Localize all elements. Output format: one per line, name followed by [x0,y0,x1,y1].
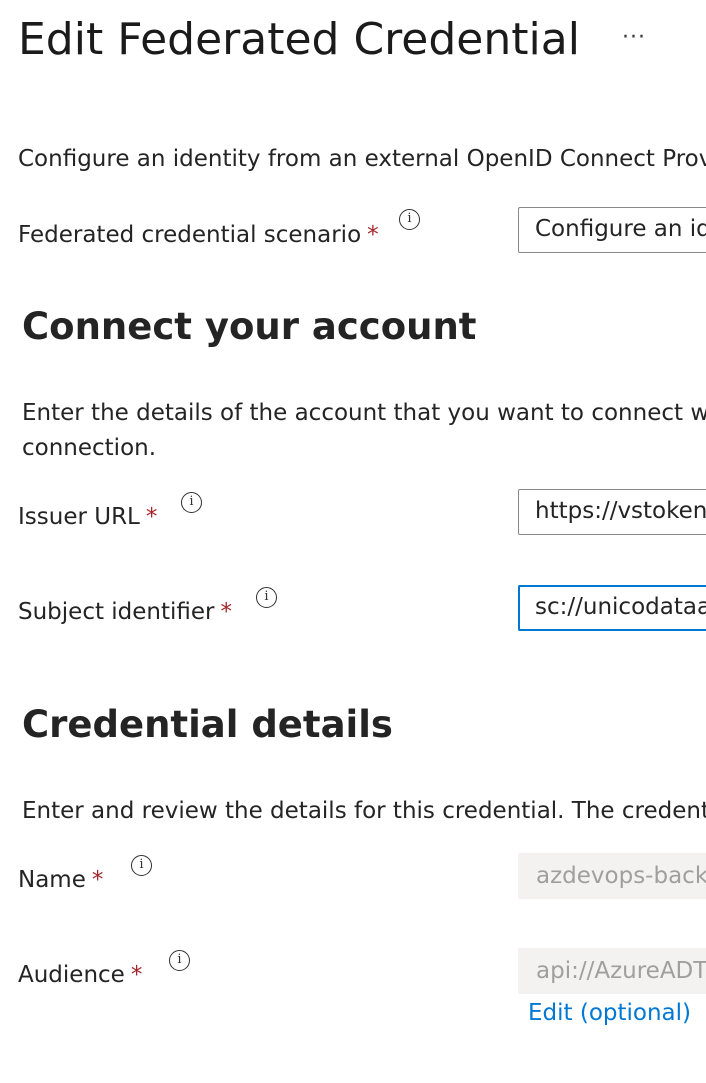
required-marker: * [91,867,104,893]
audience-input[interactable]: api://AzureADT [518,948,706,994]
issuer-url-label: Issuer URL * [18,501,157,533]
intro-text: Configure an identity from an external O… [18,146,706,172]
edit-federated-credential-page: Edit Federated Credential ··· Configure … [0,0,706,1083]
required-marker: * [367,222,379,248]
audience-label: Audience * [18,959,142,991]
page-title: Edit Federated Credential [18,14,580,65]
issuer-url-input[interactable]: https://vstoken [518,489,706,535]
info-icon[interactable]: i [131,855,152,876]
subject-identifier-label-text: Subject identifier [18,599,215,625]
info-icon[interactable]: i [169,950,190,971]
edit-audience-link[interactable]: Edit (optional) [528,997,691,1029]
scenario-select[interactable]: Configure an id [518,207,706,253]
credential-details-heading: Credential details [22,703,393,746]
subject-identifier-input[interactable]: sc://unicodataa [518,585,706,631]
required-marker: * [145,504,158,530]
required-marker: * [130,962,143,988]
credential-details-description: Enter and review the details for this cr… [22,798,706,824]
subject-identifier-label: Subject identifier * [18,596,232,628]
required-marker: * [220,599,233,625]
scenario-label: Federated credential scenario * [18,219,379,251]
more-options-icon[interactable]: ··· [618,20,650,56]
issuer-url-label-text: Issuer URL [18,504,140,530]
info-icon[interactable]: i [256,587,277,608]
connect-description-line1: Enter the details of the account that yo… [22,400,706,426]
name-label-text: Name [18,867,86,893]
audience-label-text: Audience [18,962,125,988]
info-icon[interactable]: i [399,209,420,230]
scenario-label-text: Federated credential scenario [18,222,362,248]
name-input[interactable]: azdevops-back [518,853,706,899]
connect-description-line2: connection. [22,435,157,461]
connect-account-heading: Connect your account [22,305,477,348]
name-label: Name * [18,864,103,896]
info-icon[interactable]: i [181,492,202,513]
